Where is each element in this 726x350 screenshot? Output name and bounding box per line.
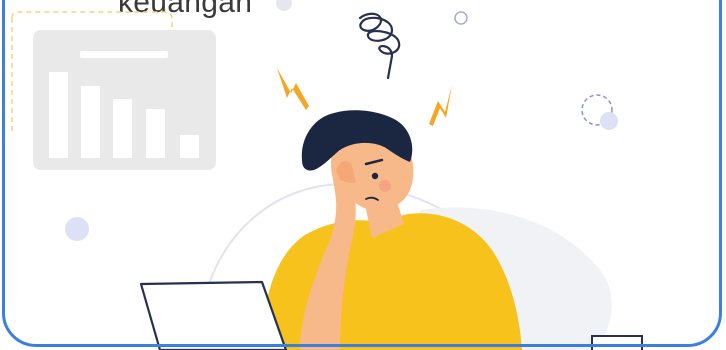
- small-circle-icon: [276, 0, 292, 11]
- scribble-icon: [358, 12, 401, 80]
- bar-chart-icon: [33, 30, 216, 170]
- illustration-stage: keuangan: [0, 0, 726, 350]
- lavender-dot-icon: [65, 217, 89, 241]
- lightning-icon-left: [277, 68, 309, 110]
- small-ring-icon: [454, 11, 468, 25]
- illustration: [11, 0, 643, 350]
- lightning-icon-right: [429, 85, 452, 126]
- cheek: [379, 180, 391, 192]
- laptop: [139, 280, 288, 350]
- eye: [371, 172, 379, 180]
- cup-icon: [591, 335, 643, 350]
- dashed-circle-icon: [581, 94, 618, 130]
